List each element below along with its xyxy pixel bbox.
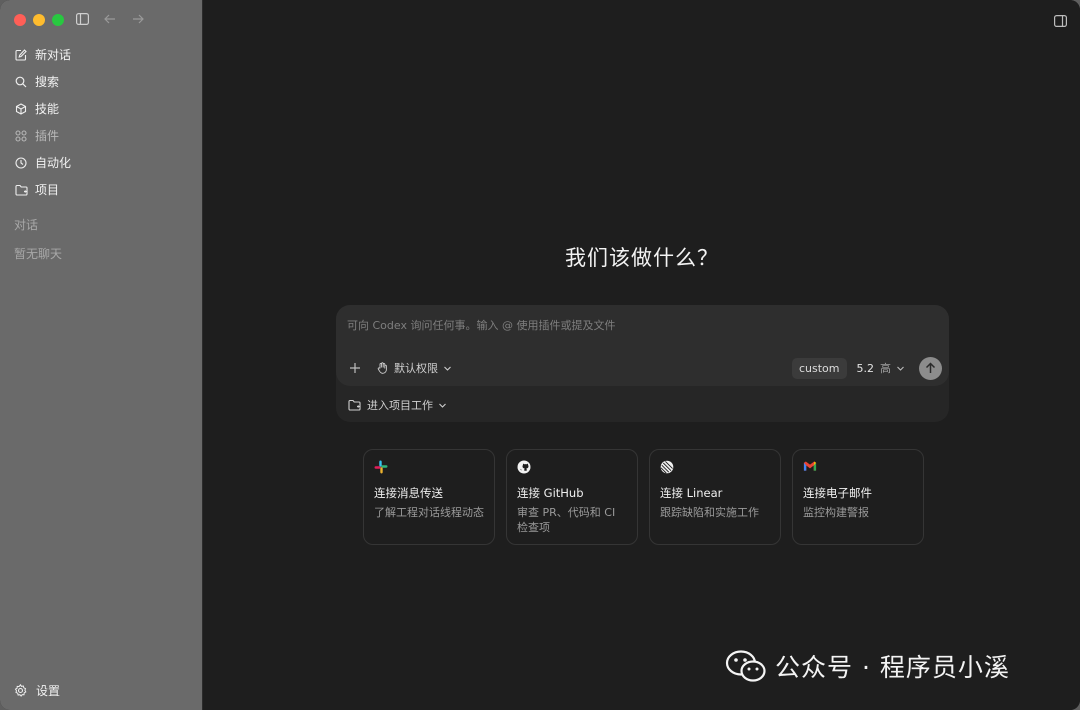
window-controls (14, 14, 64, 26)
sidebar-item-search[interactable]: 搜索 (8, 68, 194, 95)
chevron-down-icon (443, 364, 452, 373)
connect-github-card[interactable]: 连接 GitHub 审查 PR、代码和 CI 检查项 (506, 449, 638, 545)
empty-chats-label: 暂无聊天 (14, 247, 63, 261)
card-title: 连接 GitHub (517, 486, 584, 500)
folder-icon (348, 399, 361, 412)
sidebar-item-plugins[interactable]: 插件 (8, 122, 194, 149)
forward-arrow-icon[interactable] (130, 11, 146, 27)
sidebar-item-label: 插件 (35, 129, 60, 143)
connect-slack-card[interactable]: 连接消息传送 了解工程对话线程动态 (363, 449, 495, 545)
composer: 可向 Codex 询问任何事。输入 @ 使用插件或提及文件 默认权限 custo… (336, 305, 949, 422)
connector-cards: 连接消息传送 了解工程对话线程动态 连接 GitHub 审查 PR、代码和 CI… (363, 449, 924, 545)
project-work-label: 进入项目工作 (367, 399, 433, 412)
project-work-dropdown[interactable]: 进入项目工作 (348, 397, 447, 413)
permission-label: 默认权限 (394, 362, 438, 375)
watermark: 公众号 · 程序员小溪 (725, 648, 1010, 684)
page-title: 我们该做什么？ (565, 246, 719, 270)
sidebar-item-label: 自动化 (35, 156, 72, 170)
card-title: 连接电子邮件 (803, 486, 872, 500)
zoom-window-button[interactable] (52, 14, 64, 26)
card-title: 连接消息传送 (374, 486, 443, 500)
folder-icon (14, 183, 28, 197)
arrow-up-icon (925, 362, 936, 373)
sidebar-item-skills[interactable]: 技能 (8, 95, 194, 122)
close-window-button[interactable] (14, 14, 26, 26)
chevron-down-icon (438, 401, 447, 410)
clock-icon (14, 156, 28, 170)
card-description: 了解工程对话线程动态 (374, 506, 484, 519)
card-title: 连接 Linear (660, 486, 723, 500)
connect-email-card[interactable]: 连接电子邮件 监控构建警报 (792, 449, 924, 545)
minimize-window-button[interactable] (33, 14, 45, 26)
connect-linear-card[interactable]: 连接 Linear 跟踪缺陷和实施工作 (649, 449, 781, 545)
sidebar-item-new-chat[interactable]: 新对话 (8, 41, 194, 68)
sidebar-item-label: 搜索 (35, 75, 60, 89)
card-description: 审查 PR、代码和 CI 检查项 (517, 506, 616, 534)
slack-icon (374, 460, 388, 474)
permission-dropdown[interactable]: 默认权限 (377, 360, 452, 376)
sidebar-toggle-icon[interactable] (74, 11, 90, 27)
composer-toolbar: 默认权限 custom 5.2 高 (347, 356, 942, 380)
card-description: 跟踪缺陷和实施工作 (660, 506, 759, 519)
grid-icon (14, 129, 28, 143)
model-level: 高 (880, 362, 891, 375)
sidebar-item-label: 技能 (35, 102, 60, 116)
model-version: 5.2 (856, 361, 875, 375)
add-attachment-button[interactable] (347, 360, 363, 376)
custom-badge[interactable]: custom (791, 357, 847, 379)
conversations-section-label: 对话 (14, 218, 39, 232)
linear-icon (660, 460, 674, 474)
github-icon (517, 460, 531, 474)
sidebar-item-projects[interactable]: 项目 (8, 176, 194, 203)
wechat-icon (725, 649, 767, 683)
send-button[interactable] (919, 356, 942, 380)
chevron-down-icon (896, 364, 905, 373)
hand-icon (377, 362, 389, 374)
panel-toggle-icon[interactable] (1054, 12, 1068, 28)
card-description: 监控构建警报 (803, 506, 869, 519)
gear-icon (14, 683, 28, 698)
composer-input-area[interactable]: 可向 Codex 询问任何事。输入 @ 使用插件或提及文件 默认权限 custo… (336, 305, 949, 386)
sidebar-item-automation[interactable]: 自动化 (8, 149, 194, 176)
watermark-text: 公众号 · 程序员小溪 (775, 653, 1010, 682)
prompt-input[interactable]: 可向 Codex 询问任何事。输入 @ 使用插件或提及文件 (347, 317, 615, 333)
edit-icon (14, 48, 28, 62)
sidebar-item-label: 项目 (35, 183, 60, 197)
search-icon (14, 75, 28, 89)
sidebar-item-label: 新对话 (35, 48, 72, 62)
model-selector[interactable]: 5.2 高 (857, 360, 906, 376)
sidebar-toolbar (74, 11, 146, 27)
app-window: 新对话 搜索 技能 插件 自动化 项目 对话 暂无聊天 设置 我们该做什么？ 可… (0, 0, 1080, 710)
back-arrow-icon[interactable] (102, 11, 118, 27)
cube-icon (14, 102, 28, 116)
settings-label: 设置 (36, 684, 61, 698)
sidebar: 新对话 搜索 技能 插件 自动化 项目 对话 暂无聊天 设置 (0, 0, 202, 710)
settings-button[interactable]: 设置 (14, 682, 60, 699)
plus-icon (350, 363, 360, 373)
gmail-icon (803, 460, 817, 474)
main-panel: 我们该做什么？ 可向 Codex 询问任何事。输入 @ 使用插件或提及文件 默认… (202, 0, 1080, 710)
sidebar-nav: 新对话 搜索 技能 插件 自动化 项目 (8, 41, 194, 203)
